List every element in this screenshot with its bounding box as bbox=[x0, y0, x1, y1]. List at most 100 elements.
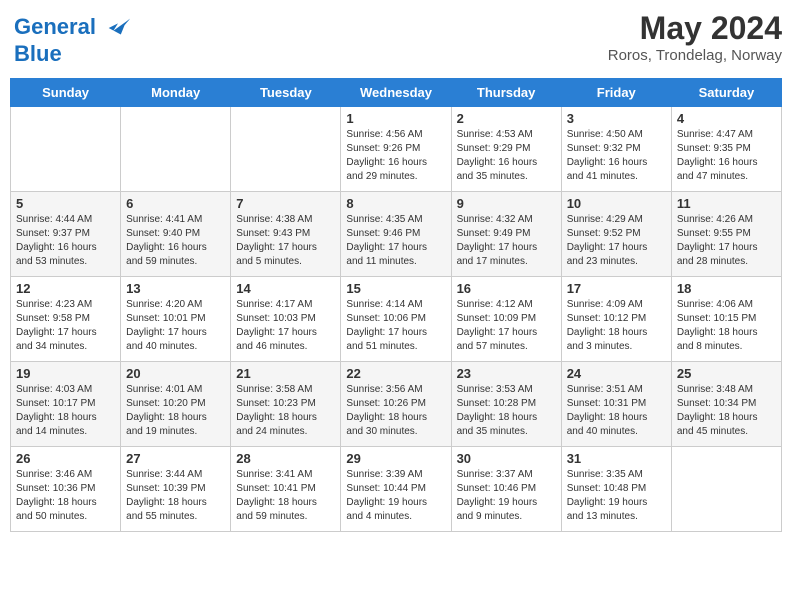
day-header-monday: Monday bbox=[121, 79, 231, 107]
day-number: 9 bbox=[457, 196, 556, 211]
day-number: 4 bbox=[677, 111, 776, 126]
day-number: 23 bbox=[457, 366, 556, 381]
day-info: Sunrise: 4:17 AM Sunset: 10:03 PM Daylig… bbox=[236, 298, 335, 354]
day-number: 12 bbox=[16, 281, 115, 296]
day-info: Sunrise: 3:51 AM Sunset: 10:31 PM Daylig… bbox=[567, 383, 666, 439]
day-info: Sunrise: 3:41 AM Sunset: 10:41 PM Daylig… bbox=[236, 468, 335, 524]
day-number: 7 bbox=[236, 196, 335, 211]
location-subtitle: Roros, Trondelag, Norway bbox=[608, 47, 782, 64]
calendar-cell: 7 Sunrise: 4:38 AM Sunset: 9:43 PM Daylig… bbox=[231, 192, 341, 277]
day-number: 10 bbox=[567, 196, 666, 211]
day-info: Sunrise: 3:44 AM Sunset: 10:39 PM Daylig… bbox=[126, 468, 225, 524]
day-info: Sunrise: 4:29 AM Sunset: 9:52 PM Dayligh… bbox=[567, 213, 666, 269]
day-info: Sunrise: 4:12 AM Sunset: 10:09 PM Daylig… bbox=[457, 298, 556, 354]
calendar-week-row: 26 Sunrise: 3:46 AM Sunset: 10:36 PM Dayl… bbox=[11, 447, 782, 532]
logo-bird-icon bbox=[104, 14, 132, 42]
day-number: 19 bbox=[16, 366, 115, 381]
logo-blue: Blue bbox=[14, 41, 62, 66]
calendar-cell bbox=[11, 107, 121, 192]
day-number: 2 bbox=[457, 111, 556, 126]
day-number: 24 bbox=[567, 366, 666, 381]
day-info: Sunrise: 4:35 AM Sunset: 9:46 PM Dayligh… bbox=[346, 213, 445, 269]
day-number: 15 bbox=[346, 281, 445, 296]
calendar-cell: 2 Sunrise: 4:53 AM Sunset: 9:29 PM Daylig… bbox=[451, 107, 561, 192]
calendar-cell: 15 Sunrise: 4:14 AM Sunset: 10:06 PM Dayl… bbox=[341, 277, 451, 362]
calendar-cell: 25Sunrise: 3:48 AM Sunset: 10:34 PM Dayl… bbox=[671, 362, 781, 447]
calendar-header: SundayMondayTuesdayWednesdayThursdayFrid… bbox=[11, 79, 782, 107]
calendar-cell: 9Sunrise: 4:32 AM Sunset: 9:49 PM Daylig… bbox=[451, 192, 561, 277]
day-number: 26 bbox=[16, 451, 115, 466]
day-number: 28 bbox=[236, 451, 335, 466]
logo-general: General bbox=[14, 14, 96, 39]
day-number: 16 bbox=[457, 281, 556, 296]
calendar-cell: 21Sunrise: 3:58 AM Sunset: 10:23 PM Dayl… bbox=[231, 362, 341, 447]
calendar-cell: 4Sunrise: 4:47 AM Sunset: 9:35 PM Daylig… bbox=[671, 107, 781, 192]
calendar-cell: 8Sunrise: 4:35 AM Sunset: 9:46 PM Daylig… bbox=[341, 192, 451, 277]
calendar-cell: 1 Sunrise: 4:56 AM Sunset: 9:26 PM Daylig… bbox=[341, 107, 451, 192]
calendar-cell: 28 Sunrise: 3:41 AM Sunset: 10:41 PM Dayl… bbox=[231, 447, 341, 532]
calendar-cell: 26 Sunrise: 3:46 AM Sunset: 10:36 PM Dayl… bbox=[11, 447, 121, 532]
calendar-cell: 31 Sunrise: 3:35 AM Sunset: 10:48 PM Dayl… bbox=[561, 447, 671, 532]
day-number: 29 bbox=[346, 451, 445, 466]
title-area: May 2024 Roros, Trondelag, Norway bbox=[608, 10, 782, 64]
calendar-cell: 17 Sunrise: 4:09 AM Sunset: 10:12 PM Dayl… bbox=[561, 277, 671, 362]
calendar-cell: 27 Sunrise: 3:44 AM Sunset: 10:39 PM Dayl… bbox=[121, 447, 231, 532]
calendar-cell: 6 Sunrise: 4:41 AM Sunset: 9:40 PM Daylig… bbox=[121, 192, 231, 277]
calendar-cell: 3Sunrise: 4:50 AM Sunset: 9:32 PM Daylig… bbox=[561, 107, 671, 192]
day-number: 27 bbox=[126, 451, 225, 466]
day-header-wednesday: Wednesday bbox=[341, 79, 451, 107]
day-info: Sunrise: 4:03 AM Sunset: 10:17 PM Daylig… bbox=[16, 383, 115, 439]
day-info: Sunrise: 4:56 AM Sunset: 9:26 PM Dayligh… bbox=[346, 128, 445, 184]
day-info: Sunrise: 4:23 AM Sunset: 9:58 PM Dayligh… bbox=[16, 298, 115, 354]
calendar-week-row: 1 Sunrise: 4:56 AM Sunset: 9:26 PM Daylig… bbox=[11, 107, 782, 192]
day-info: Sunrise: 4:06 AM Sunset: 10:15 PM Daylig… bbox=[677, 298, 776, 354]
day-info: Sunrise: 4:41 AM Sunset: 9:40 PM Dayligh… bbox=[126, 213, 225, 269]
day-header-thursday: Thursday bbox=[451, 79, 561, 107]
day-info: Sunrise: 3:56 AM Sunset: 10:26 PM Daylig… bbox=[346, 383, 445, 439]
day-header-row: SundayMondayTuesdayWednesdayThursdayFrid… bbox=[11, 79, 782, 107]
day-number: 13 bbox=[126, 281, 225, 296]
day-info: Sunrise: 3:58 AM Sunset: 10:23 PM Daylig… bbox=[236, 383, 335, 439]
calendar-cell: 11 Sunrise: 4:26 AM Sunset: 9:55 PM Dayli… bbox=[671, 192, 781, 277]
day-number: 11 bbox=[677, 196, 776, 211]
day-header-saturday: Saturday bbox=[671, 79, 781, 107]
day-info: Sunrise: 3:37 AM Sunset: 10:46 PM Daylig… bbox=[457, 468, 556, 524]
calendar-cell bbox=[231, 107, 341, 192]
day-number: 18 bbox=[677, 281, 776, 296]
day-number: 1 bbox=[346, 111, 445, 126]
day-number: 3 bbox=[567, 111, 666, 126]
day-info: Sunrise: 4:38 AM Sunset: 9:43 PM Dayligh… bbox=[236, 213, 335, 269]
calendar-cell bbox=[671, 447, 781, 532]
calendar-body: 1 Sunrise: 4:56 AM Sunset: 9:26 PM Daylig… bbox=[11, 107, 782, 532]
day-info: Sunrise: 4:53 AM Sunset: 9:29 PM Dayligh… bbox=[457, 128, 556, 184]
day-number: 20 bbox=[126, 366, 225, 381]
day-number: 25 bbox=[677, 366, 776, 381]
day-info: Sunrise: 3:46 AM Sunset: 10:36 PM Daylig… bbox=[16, 468, 115, 524]
day-info: Sunrise: 4:44 AM Sunset: 9:37 PM Dayligh… bbox=[16, 213, 115, 269]
day-number: 6 bbox=[126, 196, 225, 211]
calendar-cell: 10 Sunrise: 4:29 AM Sunset: 9:52 PM Dayli… bbox=[561, 192, 671, 277]
calendar-cell: 13Sunrise: 4:20 AM Sunset: 10:01 PM Dayl… bbox=[121, 277, 231, 362]
day-number: 14 bbox=[236, 281, 335, 296]
day-info: Sunrise: 3:39 AM Sunset: 10:44 PM Daylig… bbox=[346, 468, 445, 524]
day-header-friday: Friday bbox=[561, 79, 671, 107]
day-number: 17 bbox=[567, 281, 666, 296]
day-number: 5 bbox=[16, 196, 115, 211]
month-year-title: May 2024 bbox=[608, 10, 782, 47]
calendar-week-row: 5 Sunrise: 4:44 AM Sunset: 9:37 PM Daylig… bbox=[11, 192, 782, 277]
day-header-tuesday: Tuesday bbox=[231, 79, 341, 107]
calendar-cell: 22Sunrise: 3:56 AM Sunset: 10:26 PM Dayl… bbox=[341, 362, 451, 447]
calendar-cell: 24 Sunrise: 3:51 AM Sunset: 10:31 PM Dayl… bbox=[561, 362, 671, 447]
calendar-cell: 20 Sunrise: 4:01 AM Sunset: 10:20 PM Dayl… bbox=[121, 362, 231, 447]
day-info: Sunrise: 4:14 AM Sunset: 10:06 PM Daylig… bbox=[346, 298, 445, 354]
day-number: 31 bbox=[567, 451, 666, 466]
day-number: 30 bbox=[457, 451, 556, 466]
calendar-cell: 19 Sunrise: 4:03 AM Sunset: 10:17 PM Dayl… bbox=[11, 362, 121, 447]
day-info: Sunrise: 4:01 AM Sunset: 10:20 PM Daylig… bbox=[126, 383, 225, 439]
page-header: General Blue May 2024 Roros, Trondelag, … bbox=[10, 10, 782, 70]
calendar-cell: 5 Sunrise: 4:44 AM Sunset: 9:37 PM Daylig… bbox=[11, 192, 121, 277]
day-info: Sunrise: 4:26 AM Sunset: 9:55 PM Dayligh… bbox=[677, 213, 776, 269]
logo: General Blue bbox=[10, 10, 136, 70]
day-info: Sunrise: 3:35 AM Sunset: 10:48 PM Daylig… bbox=[567, 468, 666, 524]
day-info: Sunrise: 4:09 AM Sunset: 10:12 PM Daylig… bbox=[567, 298, 666, 354]
